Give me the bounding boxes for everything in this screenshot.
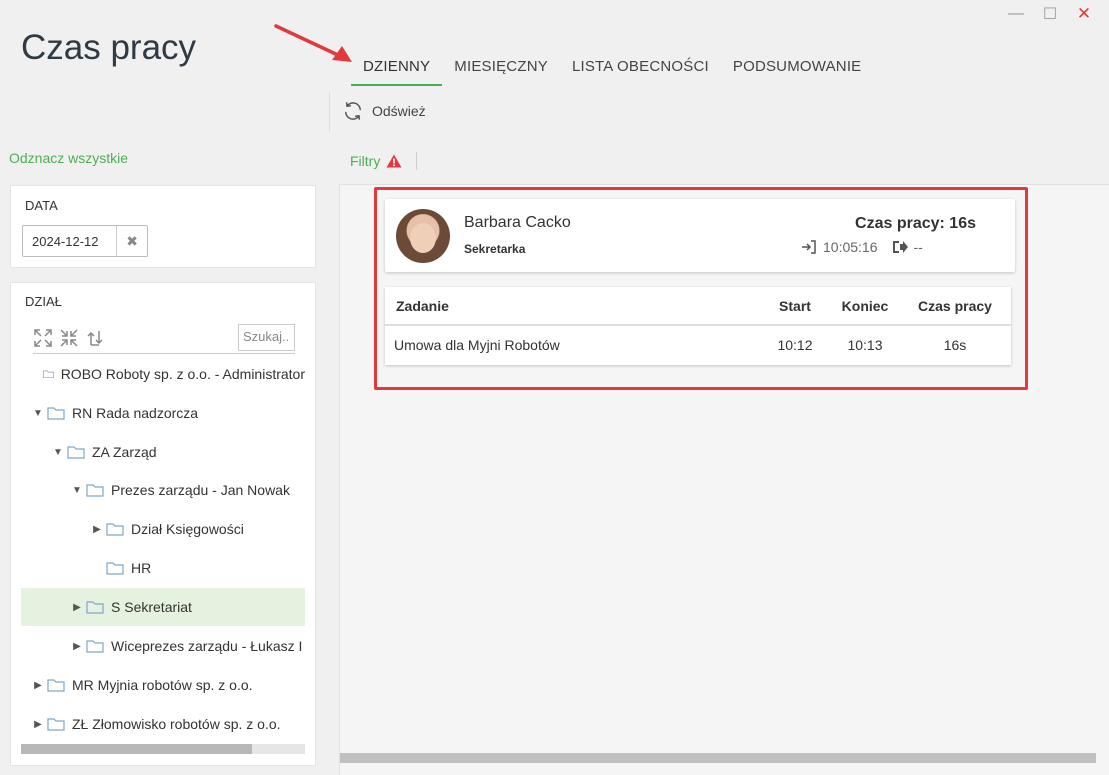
tree-collapsed-icon[interactable]: ▶ <box>31 680 45 691</box>
refresh-button[interactable]: Odśwież <box>342 100 426 122</box>
tree-node[interactable]: ROBO Roboty sp. z o.o. - Administrator <box>21 355 305 393</box>
clear-date-icon[interactable]: ✖ <box>116 226 147 256</box>
tree-node-label: ZA Zarząd <box>92 444 157 460</box>
annotation-highlight-box <box>374 187 1028 390</box>
tab-dzienny[interactable]: DZIENNY <box>351 48 443 86</box>
tree-expanded-icon[interactable]: ▼ <box>51 447 65 458</box>
tree-collapsed-icon[interactable]: ▶ <box>31 719 45 730</box>
tree-node[interactable]: ▼ ZA Zarząd <box>21 433 305 471</box>
toggle-order-icon[interactable] <box>85 328 105 348</box>
tree-node[interactable]: ▶ MR Myjnia robotów sp. z o.o. <box>21 666 305 704</box>
tree-collapsed-icon[interactable]: ▶ <box>90 524 104 535</box>
tab-bar: DZIENNY MIESIĘCZNY LISTA OBECNOŚCI PODSU… <box>351 48 873 86</box>
tree-node-label: Dział Księgowości <box>131 521 244 537</box>
tree-toolbar: Szukaj.. <box>33 322 295 354</box>
folder-icon <box>47 679 65 692</box>
tree-node-label: MR Myjnia robotów sp. z o.o. <box>72 677 253 693</box>
department-label: DZIAŁ <box>25 294 62 309</box>
filters-button[interactable]: Filtry <box>350 152 418 170</box>
date-value[interactable]: 2024-12-12 <box>23 234 116 249</box>
close-button[interactable]: ✕ <box>1067 4 1101 24</box>
folder-icon <box>47 718 65 731</box>
expand-all-icon[interactable] <box>33 328 53 348</box>
toolbar-divider <box>329 92 330 132</box>
tree-search-input[interactable]: Szukaj.. <box>238 324 295 351</box>
window-controls: — ☐ ✕ <box>999 4 1101 24</box>
annotation-arrow-icon <box>274 24 352 62</box>
main-horizontal-scrollbar[interactable] <box>340 753 1096 763</box>
tab-miesieczny[interactable]: MIESIĘCZNY <box>442 48 560 86</box>
department-panel: DZIAŁ Szukaj.. ROBO Roboty sp. z o.o. - … <box>10 282 316 766</box>
tree-node[interactable]: ▼ RN Rada nadzorcza <box>21 394 305 432</box>
tree-node[interactable]: ▶ Wiceprezes zarządu - Łukasz I <box>21 627 305 665</box>
folder-icon <box>47 407 65 420</box>
tree-horizontal-scrollbar[interactable] <box>21 744 305 754</box>
tree-node[interactable]: ▶ ZŁ Złomowisko robotów sp. z o.o. <box>21 705 305 743</box>
date-field[interactable]: 2024-12-12 ✖ <box>22 225 148 257</box>
deselect-all-link[interactable]: Odznacz wszystkie <box>9 150 128 166</box>
date-label: DATA <box>25 198 58 213</box>
tree-expanded-icon[interactable]: ▼ <box>70 485 84 496</box>
page-title: Czas pracy <box>21 28 197 67</box>
tree-node-label: Wiceprezes zarządu - Łukasz I <box>111 638 303 654</box>
scrollbar-thumb[interactable] <box>21 744 252 754</box>
tree-node[interactable]: ▼ Prezes zarządu - Jan Nowak <box>21 471 305 509</box>
tree-node[interactable]: HR <box>21 549 305 587</box>
maximize-button[interactable]: ☐ <box>1033 4 1067 24</box>
folder-icon <box>86 484 104 497</box>
tree-node[interactable]: ▶ Dział Księgowości <box>21 510 305 548</box>
tree-expanded-icon[interactable]: ▼ <box>31 408 45 419</box>
date-panel: DATA 2024-12-12 ✖ <box>10 185 316 268</box>
tree-collapsed-icon[interactable]: ▶ <box>70 602 84 613</box>
tree-node-label: S Sekretariat <box>111 599 192 615</box>
folder-icon <box>86 601 104 614</box>
filters-label: Filtry <box>350 153 381 169</box>
filters-divider <box>416 152 418 170</box>
tree-node-label: ROBO Roboty sp. z o.o. - Administrator <box>60 366 305 382</box>
warning-icon <box>386 154 402 168</box>
tree-node-label: HR <box>131 560 152 576</box>
tree-node-label: Prezes zarządu - Jan Nowak <box>111 482 290 498</box>
tree-collapsed-icon[interactable]: ▶ <box>70 641 84 652</box>
minimize-button[interactable]: — <box>999 4 1033 24</box>
tab-podsumowanie[interactable]: PODSUMOWANIE <box>721 48 874 86</box>
folder-icon <box>42 370 54 379</box>
tab-lista-obecnosci[interactable]: LISTA OBECNOŚCI <box>560 48 721 86</box>
collapse-all-icon[interactable] <box>59 328 79 348</box>
refresh-label: Odśwież <box>372 103 426 119</box>
refresh-icon <box>344 102 362 120</box>
folder-icon <box>86 640 104 653</box>
folder-icon <box>106 523 124 536</box>
tree-node-selected[interactable]: ▶ S Sekretariat <box>21 588 305 626</box>
tree-node-label: ZŁ Złomowisko robotów sp. z o.o. <box>72 716 281 732</box>
folder-icon <box>67 446 85 459</box>
tree-node-label: RN Rada nadzorcza <box>72 405 199 421</box>
folder-icon <box>106 562 124 575</box>
